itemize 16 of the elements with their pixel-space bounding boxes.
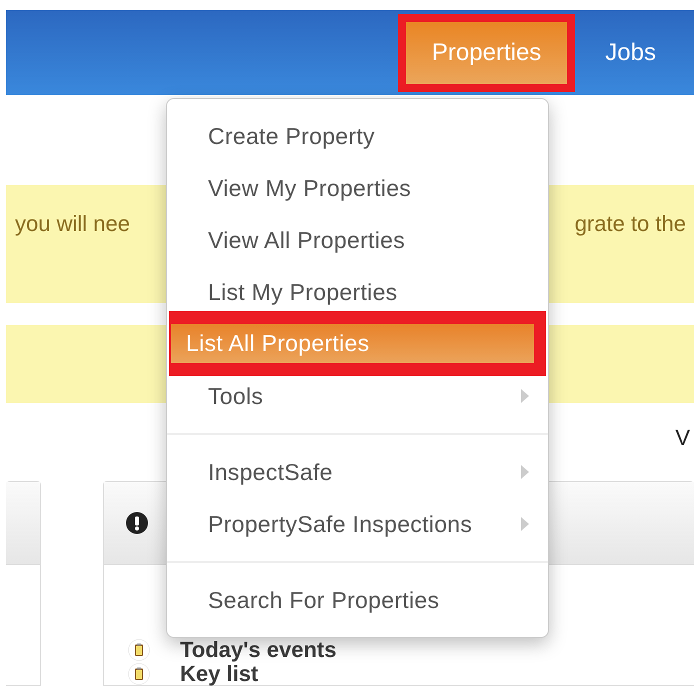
edge-text: V xyxy=(675,425,690,451)
menu-item[interactable]: View All Properties xyxy=(167,214,548,266)
banner-text: grate to the xyxy=(574,211,686,237)
clipboard-icon xyxy=(128,639,150,661)
menu-item[interactable]: Tools xyxy=(167,370,548,422)
menu-item[interactable]: Search For Properties xyxy=(167,574,548,626)
nav-tab[interactable]: Jobs xyxy=(605,22,656,84)
row-title[interactable]: Key list xyxy=(180,662,258,686)
alert-icon xyxy=(126,512,148,534)
menu-item[interactable]: PropertySafe Inspections xyxy=(167,498,548,550)
banner-text: you will nee xyxy=(15,211,130,237)
menu-item[interactable]: InspectSafe xyxy=(167,446,548,498)
menu-item[interactable]: Create Property xyxy=(167,110,548,162)
row-title[interactable]: Today's events xyxy=(180,638,336,662)
menu-item[interactable]: View My Properties xyxy=(167,162,548,214)
menu-item[interactable]: List My Properties xyxy=(167,266,548,318)
